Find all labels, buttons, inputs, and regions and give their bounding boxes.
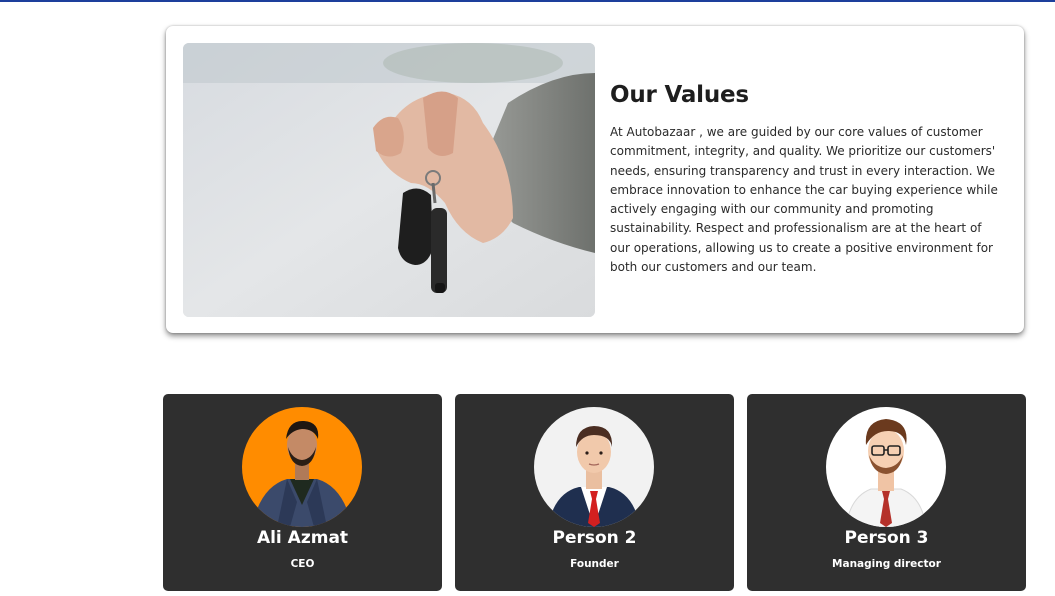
avatar (826, 407, 946, 527)
member-name: Ali Azmat (256, 528, 349, 548)
member-role: CEO (290, 558, 315, 570)
our-values-card: Our Values At Autobazaar , we are guided… (166, 26, 1024, 333)
values-text-block: Our Values At Autobazaar , we are guided… (610, 82, 1005, 277)
avatar (242, 407, 362, 527)
member-name: Person 2 (552, 528, 637, 548)
avatar (534, 407, 654, 527)
team-card-person-2: Person 2 Founder (455, 394, 734, 591)
top-accent-bar (0, 0, 1055, 2)
member-role: Founder (570, 558, 619, 570)
values-title: Our Values (610, 82, 749, 108)
member-name: Person 3 (844, 528, 929, 548)
team-card-person-3: Person 3 Managing director (747, 394, 1026, 591)
member-role: Managing director (832, 558, 941, 570)
team-card-ali-azmat: Ali Azmat CEO (163, 394, 442, 591)
car-keys-photo (183, 43, 595, 317)
values-description: At Autobazaar , we are guided by our cor… (610, 125, 998, 275)
